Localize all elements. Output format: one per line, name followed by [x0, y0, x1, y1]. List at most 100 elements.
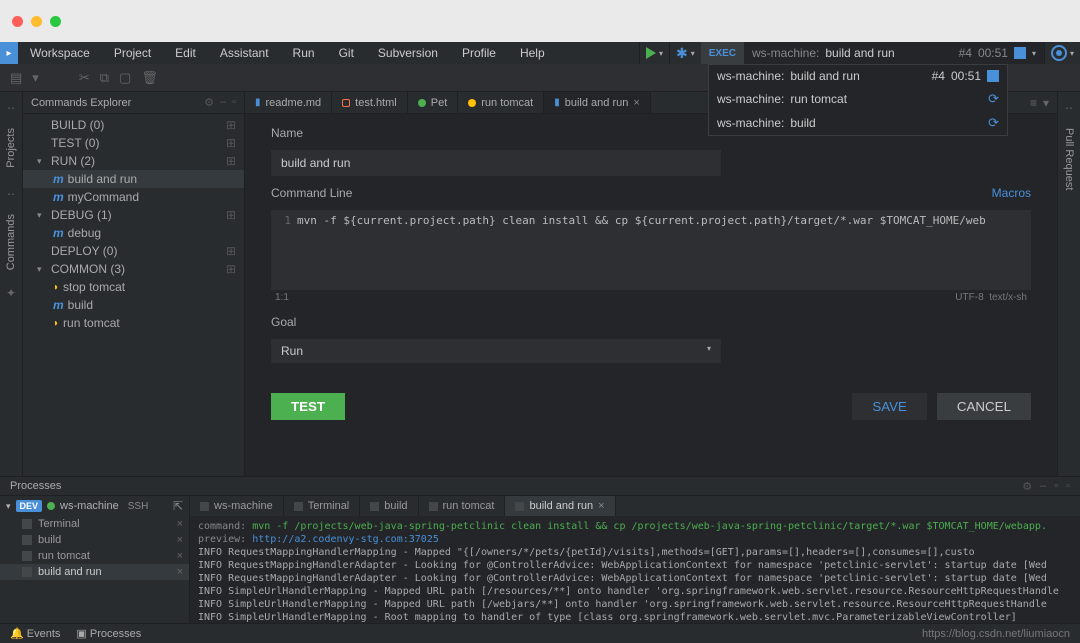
tree-item[interactable]: mmyCommand	[23, 188, 244, 206]
test-button[interactable]: TEST	[271, 393, 345, 420]
tree-item[interactable]: ◗run tomcat	[23, 314, 244, 332]
chevron-down-icon[interactable]: ▾	[1070, 49, 1074, 58]
chevron-down-icon[interactable]: ▾	[691, 49, 695, 58]
console-tab[interactable]: ws-machine	[190, 496, 284, 516]
close-icon[interactable]: ×	[177, 566, 183, 578]
collapse-icon[interactable]: ‥	[7, 92, 15, 118]
add-icon[interactable]: ⊞	[226, 154, 238, 168]
editor-tab[interactable]: Pet	[408, 92, 459, 113]
menu-item[interactable]: Workspace	[18, 42, 102, 64]
new-icon[interactable]: ▤	[10, 70, 22, 86]
run-history-item[interactable]: ws-machine:build⟳	[709, 111, 1007, 135]
sidebar-tab-commands[interactable]: Commands	[1, 204, 21, 280]
delete-icon[interactable]: 🗑	[141, 70, 158, 86]
minimize-icon[interactable]: –	[1040, 480, 1046, 493]
menu-item[interactable]: Git	[327, 42, 366, 64]
process-item[interactable]: Terminal×	[0, 516, 189, 532]
refresh-icon[interactable]: ⟳	[988, 91, 999, 107]
add-icon[interactable]: ⊞	[226, 244, 238, 258]
menu-item[interactable]: Subversion	[366, 42, 450, 64]
tree-group[interactable]: ▾DEBUG (1)⊞	[23, 206, 244, 224]
run-history-item[interactable]: ws-machine:build and run#400:51	[709, 65, 1007, 87]
explorer-header: Commands Explorer ⚙–▫	[23, 92, 244, 114]
chevron-down-icon[interactable]: ▾	[1032, 49, 1036, 58]
close-icon[interactable]: ×	[177, 534, 183, 546]
cut-icon[interactable]: ✂	[79, 70, 90, 86]
close-window-icon[interactable]	[12, 16, 23, 27]
app-menu-icon[interactable]: ▸	[0, 42, 18, 64]
chevron-down-icon[interactable]: ▾	[659, 49, 663, 58]
debug-button[interactable]: ✱▾	[669, 42, 701, 64]
collapse-icon[interactable]: ‥	[7, 178, 15, 204]
command-name-input[interactable]	[271, 150, 721, 176]
tree-group[interactable]: TEST (0)⊞	[23, 134, 244, 152]
command-line-editor[interactable]: 1 mvn -f ${current.project.path} clean i…	[271, 210, 1031, 290]
run-history-item[interactable]: ws-machine:run tomcat⟳	[709, 87, 1007, 111]
save-icon[interactable]: ▾	[32, 70, 39, 86]
paste-icon[interactable]: ▢	[119, 70, 131, 86]
console-tab[interactable]: build	[360, 496, 418, 516]
close-icon[interactable]: ×	[633, 97, 639, 109]
sidebar-tab-projects[interactable]: Projects	[1, 118, 21, 178]
editor-tab[interactable]: ▮readme.md	[245, 92, 332, 113]
macros-link[interactable]: Macros	[992, 186, 1031, 200]
tree-group[interactable]: DEPLOY (0)⊞	[23, 242, 244, 260]
target-button[interactable]: ▾	[1044, 42, 1080, 64]
list-icon[interactable]: ≡	[1030, 96, 1037, 110]
console-tab[interactable]: build and run×	[505, 496, 615, 516]
menu-item[interactable]: Assistant	[208, 42, 281, 64]
console-tab[interactable]: run tomcat	[419, 496, 506, 516]
editor-tab[interactable]: run tomcat	[458, 92, 544, 113]
goal-select[interactable]: Run▾	[271, 339, 721, 363]
copy-icon[interactable]: ⧉	[100, 70, 109, 86]
tree-item[interactable]: mbuild	[23, 296, 244, 314]
machine-node[interactable]: ▾ DEV ws-machine SSH ⇱	[0, 496, 189, 516]
close-icon[interactable]: ×	[177, 518, 183, 530]
add-icon[interactable]: ⊞	[226, 136, 238, 150]
add-icon[interactable]: ⊞	[226, 262, 238, 276]
menu-item[interactable]: Run	[281, 42, 327, 64]
chevron-down-icon[interactable]: ▾	[1043, 96, 1049, 110]
close-icon[interactable]: ×	[598, 500, 604, 512]
refresh-icon[interactable]: ⟳	[988, 115, 999, 131]
process-item[interactable]: run tomcat×	[0, 548, 189, 564]
minimize-window-icon[interactable]	[31, 16, 42, 27]
save-button[interactable]: SAVE	[852, 393, 927, 420]
external-icon[interactable]: ⇱	[173, 499, 183, 513]
close-icon[interactable]: ▫	[232, 96, 236, 109]
menu-item[interactable]: Help	[508, 42, 557, 64]
processes-label[interactable]: Processes	[90, 628, 141, 640]
star-icon[interactable]: ✦	[6, 280, 16, 306]
console-tab[interactable]: Terminal	[284, 496, 361, 516]
editor-tab[interactable]: ▮build and run×	[544, 92, 651, 113]
restore-icon[interactable]: ▫	[1054, 480, 1058, 493]
sidebar-tab-pull-request[interactable]: Pull Request	[1059, 118, 1079, 200]
tree-item[interactable]: mdebug	[23, 224, 244, 242]
add-icon[interactable]: ⊞	[226, 118, 238, 132]
cancel-button[interactable]: CANCEL	[937, 393, 1031, 420]
close-icon[interactable]: ×	[177, 550, 183, 562]
maximize-window-icon[interactable]	[50, 16, 61, 27]
current-run-box[interactable]: ws-machine: build and run #4 00:51 ▾	[744, 42, 1044, 64]
menu-item[interactable]: Project	[102, 42, 163, 64]
gear-icon[interactable]: ⚙	[1022, 480, 1032, 493]
stop-icon[interactable]	[987, 70, 999, 82]
editor-tab[interactable]: test.html	[332, 92, 408, 113]
close-icon[interactable]: ▫	[1066, 480, 1070, 493]
events-label[interactable]: Events	[27, 628, 61, 640]
process-item[interactable]: build and run×	[0, 564, 189, 580]
tree-item[interactable]: ◗stop tomcat	[23, 278, 244, 296]
menu-item[interactable]: Edit	[163, 42, 208, 64]
menu-item[interactable]: Profile	[450, 42, 508, 64]
tree-item[interactable]: mbuild and run	[23, 170, 244, 188]
minimize-icon[interactable]: –	[220, 96, 226, 109]
tree-group[interactable]: ▾RUN (2)⊞	[23, 152, 244, 170]
process-item[interactable]: build×	[0, 532, 189, 548]
gear-icon[interactable]: ⚙	[204, 96, 214, 109]
tree-group[interactable]: BUILD (0)⊞	[23, 116, 244, 134]
console-log[interactable]: command: mvn -f /projects/web-java-sprin…	[190, 516, 1080, 623]
stop-icon[interactable]	[1014, 47, 1026, 59]
tree-group[interactable]: ▾COMMON (3)⊞	[23, 260, 244, 278]
run-button[interactable]: ▾	[639, 42, 669, 64]
add-icon[interactable]: ⊞	[226, 208, 238, 222]
